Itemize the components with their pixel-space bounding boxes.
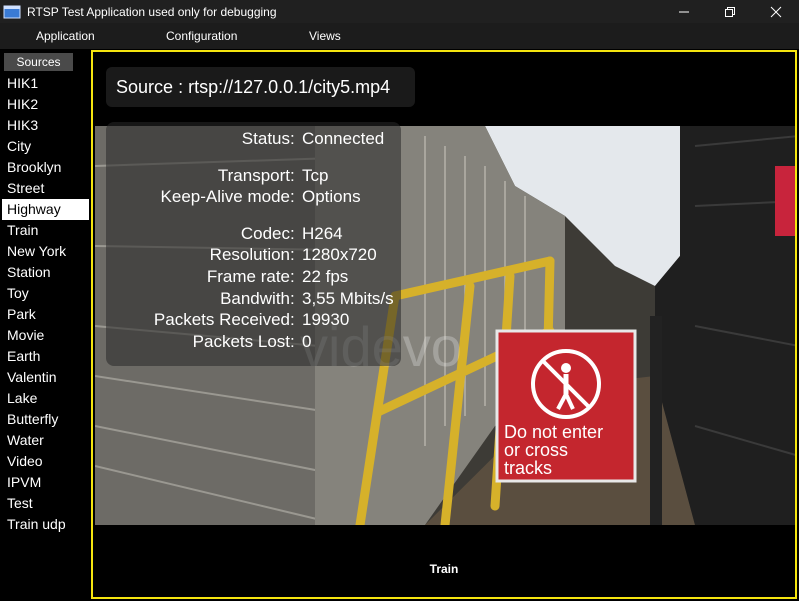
menu-bar: Application Configuration Views [0, 23, 799, 49]
source-display: Source : rtsp://127.0.0.1/city5.mp4 [106, 67, 415, 107]
close-icon [770, 6, 782, 17]
app-window-icon [3, 4, 21, 20]
info-label: Frame rate [206, 267, 290, 286]
sources-header: Sources [4, 53, 73, 71]
source-item[interactable]: Station [0, 262, 91, 283]
source-item[interactable]: Brooklyn [0, 157, 91, 178]
info-value: 3,55 Mbits/s [302, 289, 394, 308]
sign-line-1: Do not enter [504, 422, 603, 442]
info-value: Connected [302, 129, 385, 148]
info-label: Bandwith [220, 289, 290, 308]
source-item[interactable]: HIK2 [0, 94, 91, 115]
info-row: Keep-Alive mode: Options [160, 187, 361, 206]
menu-configuration[interactable]: Configuration [166, 29, 237, 43]
info-value: 22 fps [302, 267, 349, 286]
source-item[interactable]: Train udp [0, 514, 91, 535]
info-value: 19930 [302, 310, 350, 329]
source-url: rtsp://127.0.0.1/city5.mp4 [188, 77, 391, 97]
window-title: RTSP Test Application used only for debu… [27, 4, 277, 19]
minimize-icon [679, 11, 689, 12]
source-item[interactable]: Highway [2, 199, 89, 220]
info-label: Status [241, 129, 290, 148]
info-value: 0 [302, 332, 312, 351]
info-row: Packets Lost:0 [192, 332, 312, 351]
info-label: Transport [217, 166, 290, 185]
source-item[interactable]: Earth [0, 346, 91, 367]
source-item[interactable]: Water [0, 430, 91, 451]
menu-application[interactable]: Application [36, 29, 95, 43]
info-label: Keep-Alive mode [160, 187, 290, 206]
source-item[interactable]: Train [0, 220, 91, 241]
sources-sidebar: Sources HIK1 HIK2 HIK3 City Brooklyn Street Hi… [0, 49, 91, 601]
source-item[interactable]: Movie [0, 325, 91, 346]
source-item[interactable]: HIK1 [0, 73, 91, 94]
info-label: Resolution [209, 245, 290, 264]
info-value: Tcp [302, 166, 329, 185]
view-caption: Train [429, 562, 459, 576]
source-item[interactable]: Toy [0, 283, 91, 304]
source-item[interactable]: City [0, 136, 91, 157]
source-item[interactable]: Test [0, 493, 91, 514]
source-item[interactable]: Butterfly [0, 409, 91, 430]
info-value: 1280x720 [302, 245, 377, 264]
info-row: Packets Received:19930 [153, 310, 350, 329]
info-value: H264 [302, 224, 343, 243]
maximize-button[interactable] [707, 0, 753, 23]
info-row: Bandwith:3,55 Mbits/s [220, 289, 394, 308]
info-row: Resolution:1280x720 [209, 245, 377, 264]
sources-list: HIK1 HIK2 HIK3 City Brooklyn Street Highway Tra… [0, 73, 91, 535]
title-bar: RTSP Test Application used only for debu… [0, 0, 799, 23]
minimize-button[interactable] [661, 0, 707, 23]
info-row: Codec: H264 [240, 224, 343, 243]
sign-line-2: or cross [504, 440, 568, 460]
source-item[interactable]: Video [0, 451, 91, 472]
source-item[interactable]: Lake [0, 388, 91, 409]
menu-views[interactable]: Views [309, 29, 341, 43]
source-item[interactable]: IPVM [0, 472, 91, 493]
info-label: Packets Received [153, 310, 290, 329]
video-viewer[interactable]: Do not enter or cross tracks videvo Sour… [91, 50, 797, 599]
restore-icon [725, 6, 735, 17]
source-label: Source [116, 77, 174, 97]
source-item[interactable]: New York [0, 241, 91, 262]
source-item[interactable]: Street [0, 178, 91, 199]
info-label: Codec [240, 224, 290, 243]
info-row: Transport: Tcp [217, 166, 329, 185]
close-button[interactable] [753, 0, 799, 23]
info-value: Options [302, 187, 361, 206]
info-row: Frame rate:22 fps [206, 267, 349, 286]
info-row: Status: Connected [241, 129, 385, 148]
stream-info-panel: Status: Connected Transport: Tcp Keep-Alive … [106, 122, 401, 366]
source-item[interactable]: Valentin [0, 367, 91, 388]
info-label: Packets Lost [192, 332, 290, 351]
source-item[interactable]: Park [0, 304, 91, 325]
source-item[interactable]: HIK3 [0, 115, 91, 136]
sign-line-3: tracks [504, 458, 552, 478]
